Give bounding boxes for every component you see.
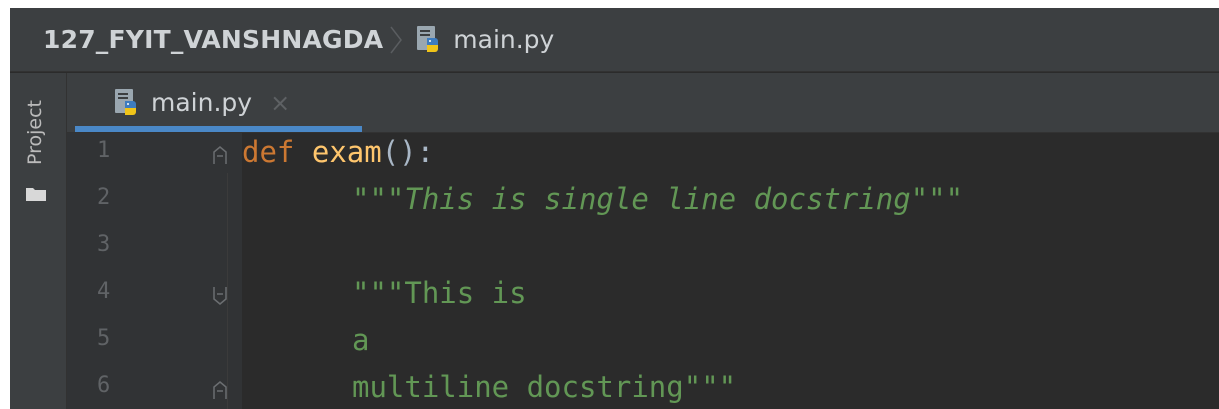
python-file-icon <box>417 25 439 52</box>
code-text: def exam(): <box>242 135 434 169</box>
editor-tab-bar: main.py × <box>67 73 1219 133</box>
line-number: 1 <box>97 138 111 163</box>
navigation-bar: 127_FYIT_VANSHNAGDA main.py <box>10 8 1219 72</box>
docstring-multiline-start: """This is <box>352 276 527 310</box>
ide-window: 127_FYIT_VANSHNAGDA main.py Project main… <box>10 8 1219 409</box>
breadcrumb-file[interactable]: main.py <box>415 25 554 55</box>
code-line: 5 a <box>67 321 1219 367</box>
breadcrumb-project[interactable]: 127_FYIT_VANSHNAGDA <box>43 25 383 54</box>
code-line: 6 multiline docstring""" <box>67 368 1219 409</box>
folder-icon[interactable] <box>25 186 47 202</box>
fold-collapse-icon[interactable] <box>212 286 228 306</box>
active-tab-indicator <box>75 126 362 132</box>
function-name: exam <box>311 135 382 169</box>
python-file-icon <box>115 88 136 115</box>
project-tool-strip: Project <box>10 73 67 409</box>
project-tool-button[interactable]: Project <box>24 100 46 165</box>
tab-main-py[interactable]: main.py × <box>75 73 362 132</box>
docstring-multiline-middle: a <box>352 323 370 357</box>
line-number: 3 <box>97 232 111 257</box>
tab-label: main.py <box>151 88 253 117</box>
line-number: 6 <box>97 373 111 398</box>
breadcrumb-separator-icon <box>390 26 403 53</box>
function-parens: (): <box>381 135 435 169</box>
breadcrumb-file-label: main.py <box>453 25 555 54</box>
code-line: 4 """This is <box>67 274 1219 320</box>
keyword-def: def <box>242 135 295 169</box>
docstring-single-line: """This is single line docstring""" <box>352 182 964 216</box>
line-number: 4 <box>97 279 111 304</box>
code-line: 3 <box>67 227 1219 273</box>
code-editor[interactable]: 1 def exam(): 2 """This is single line d… <box>67 133 1219 409</box>
line-number: 2 <box>97 185 111 210</box>
line-number: 5 <box>97 326 111 351</box>
fold-collapse-icon[interactable] <box>212 145 228 165</box>
code-line: 2 """This is single line docstring""" <box>67 180 1219 226</box>
close-icon[interactable]: × <box>270 89 290 117</box>
fold-expand-icon[interactable] <box>212 380 228 400</box>
docstring-multiline-end: multiline docstring""" <box>352 370 737 404</box>
code-line: 1 def exam(): <box>67 133 1219 179</box>
